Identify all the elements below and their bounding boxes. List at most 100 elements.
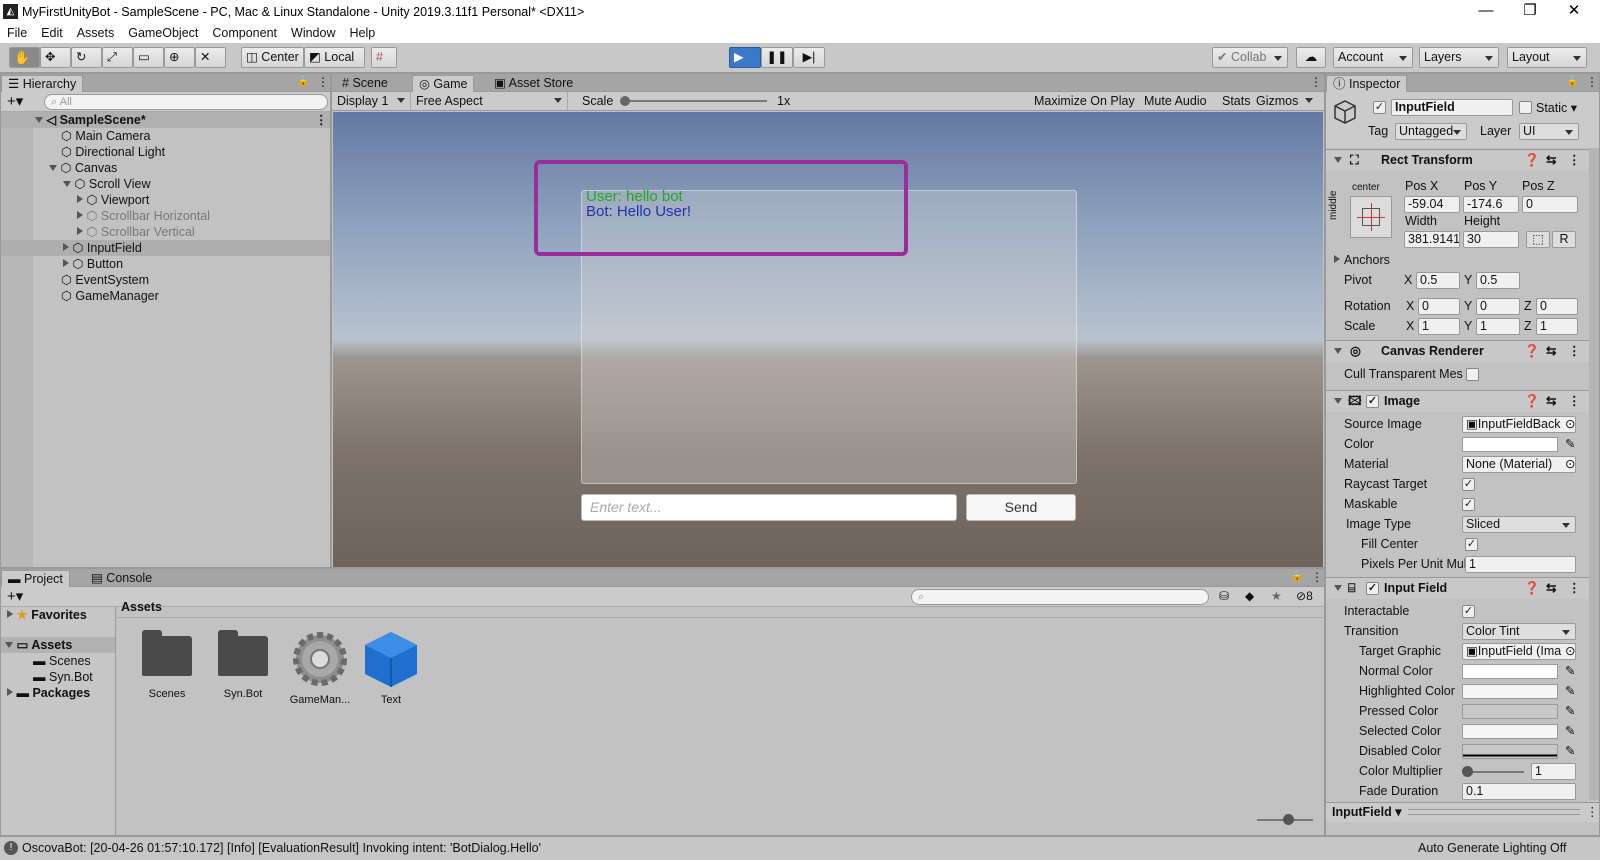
create-plus-icon[interactable]: +▾ xyxy=(7,587,23,605)
scene-menu-icon[interactable]: ⋮ xyxy=(315,112,328,128)
menu-file[interactable]: File xyxy=(0,24,34,40)
menu-assets[interactable]: Assets xyxy=(70,24,122,40)
collapse-arrow-icon[interactable] xyxy=(1334,255,1340,263)
cloud-button[interactable]: ☁ xyxy=(1296,47,1326,68)
project-search-input[interactable]: ⌕ xyxy=(911,589,1209,605)
anchors-row[interactable]: Anchors xyxy=(1326,251,1599,270)
expand-arrow-icon[interactable] xyxy=(5,642,13,648)
filter-label-icon[interactable]: ◆ xyxy=(1245,589,1254,603)
hand-tool-button[interactable]: ✋ xyxy=(9,47,40,68)
scale-slider-thumb[interactable] xyxy=(620,96,630,106)
input-field-header[interactable]: ⌸ ✓ Input Field ❓ ⇆ ⋮ xyxy=(1326,577,1599,599)
eyedropper-icon[interactable]: ✎ xyxy=(1565,722,1575,740)
static-checkbox[interactable] xyxy=(1519,101,1532,114)
component-menu-icon[interactable]: ⋮ xyxy=(1568,391,1581,412)
hierarchy-item[interactable]: ⬡ EventSystem xyxy=(1,272,330,288)
active-checkbox[interactable]: ✓ xyxy=(1373,101,1386,114)
pivot-center-button[interactable]: ◫ Center xyxy=(241,47,304,68)
synbot-folder-row[interactable]: ▬ Syn.Bot xyxy=(1,669,115,685)
expand-arrow-icon[interactable] xyxy=(1334,585,1342,591)
assets-breadcrumb[interactable]: Assets xyxy=(121,600,162,614)
expand-arrow-icon[interactable] xyxy=(1334,348,1342,354)
transform-tool-button[interactable]: ⊕ xyxy=(164,47,195,68)
move-tool-button[interactable]: ✥ xyxy=(40,47,71,68)
maximize-on-play-toggle[interactable]: Maximize On Play xyxy=(1034,92,1135,110)
hierarchy-item[interactable]: ⬡ Viewport xyxy=(1,192,330,208)
rect-tool-button[interactable]: ▭ xyxy=(133,47,164,68)
asset-folder-synbot[interactable]: Syn.Bot xyxy=(213,630,273,700)
collapse-arrow-icon[interactable] xyxy=(77,211,83,219)
image-enabled-checkbox[interactable]: ✓ xyxy=(1366,395,1379,408)
hierarchy-item[interactable]: ⬡ Scroll View xyxy=(1,176,330,192)
create-plus-icon[interactable]: +▾ xyxy=(7,92,23,110)
preset-icon[interactable]: ⇆ xyxy=(1546,578,1556,599)
collapse-arrow-icon[interactable] xyxy=(63,243,69,251)
tab-hierarchy[interactable]: ☰ Hierarchy xyxy=(1,75,84,92)
rotation-x-field[interactable]: 0 xyxy=(1418,298,1460,315)
custom-tool-button[interactable]: ✕ xyxy=(195,47,226,68)
anchor-preset-button[interactable] xyxy=(1350,196,1392,238)
scenes-folder-row[interactable]: ▬ Scenes xyxy=(1,653,115,669)
step-button[interactable]: ▶| xyxy=(793,47,825,68)
posx-field[interactable]: -59.04 xyxy=(1404,196,1460,213)
menu-gameobject[interactable]: GameObject xyxy=(121,24,205,40)
disabled-color-swatch[interactable] xyxy=(1462,744,1558,759)
help-icon[interactable]: ❓ xyxy=(1524,391,1540,412)
expand-arrow-icon[interactable] xyxy=(1334,157,1342,163)
assets-folder-row[interactable]: ▭ Assets xyxy=(1,637,115,653)
fade-duration-field[interactable]: 0.1 xyxy=(1462,783,1576,800)
lock-icon[interactable]: 🔒 xyxy=(1291,571,1303,582)
tab-scene[interactable]: # Scene xyxy=(336,75,394,92)
close-button[interactable]: ✕ xyxy=(1552,0,1596,24)
lock-icon[interactable]: 🔒 xyxy=(1566,76,1578,87)
hierarchy-item[interactable]: ⬡ GameManager xyxy=(1,288,330,304)
object-picker-icon[interactable]: ⊙ xyxy=(1565,642,1575,660)
eyedropper-icon[interactable]: ✎ xyxy=(1565,435,1575,453)
scale-y-field[interactable]: 1 xyxy=(1476,318,1520,335)
highlighted-color-swatch[interactable] xyxy=(1462,684,1558,699)
menu-edit[interactable]: Edit xyxy=(34,24,70,40)
collapse-arrow-icon[interactable] xyxy=(7,610,13,618)
image-header[interactable]: 🖾 ✓ Image ❓ ⇆ ⋮ xyxy=(1326,390,1599,412)
game-viewport[interactable]: User: hello bot Bot: Hello User! Enter t… xyxy=(333,112,1323,567)
raw-edit-button[interactable]: R xyxy=(1552,231,1576,248)
color-multiplier-field[interactable]: 1 xyxy=(1531,763,1576,780)
rotation-y-field[interactable]: 0 xyxy=(1476,298,1520,315)
lock-icon[interactable]: 🔒 xyxy=(297,76,309,87)
play-button[interactable]: ▶ xyxy=(729,47,761,68)
static-dropdown[interactable]: Static ▾ xyxy=(1536,100,1577,115)
tab-console[interactable]: ▤ Console xyxy=(85,570,158,587)
color-multiplier-thumb[interactable] xyxy=(1462,766,1473,777)
scene-row[interactable]: ◁ SampleScene* ⋮ xyxy=(1,112,330,128)
color-multiplier-slider[interactable] xyxy=(1466,771,1524,773)
normal-color-swatch[interactable] xyxy=(1462,664,1558,679)
packages-folder-row[interactable]: ▬ Packages xyxy=(1,685,115,701)
asset-text-prefab[interactable]: Text xyxy=(361,630,421,706)
blueprint-mode-button[interactable]: ⬚ xyxy=(1526,231,1550,248)
help-icon[interactable]: ❓ xyxy=(1524,341,1540,362)
tab-project[interactable]: ▬ Project xyxy=(1,570,70,587)
favorites-row[interactable]: ★ Favorites xyxy=(1,607,115,623)
eyedropper-icon[interactable]: ✎ xyxy=(1565,742,1575,760)
pause-button[interactable]: ❚❚ xyxy=(761,47,793,68)
preset-icon[interactable]: ⇆ xyxy=(1546,341,1556,362)
hierarchy-item[interactable]: ⬡ Canvas xyxy=(1,160,330,176)
maskable-checkbox[interactable]: ✓ xyxy=(1462,498,1475,511)
collapse-arrow-icon[interactable] xyxy=(77,195,83,203)
scale-tool-button[interactable]: ⤢ xyxy=(102,47,133,68)
input-field-enabled-checkbox[interactable]: ✓ xyxy=(1366,582,1379,595)
object-name-field[interactable]: InputField xyxy=(1391,99,1513,116)
source-image-field[interactable]: ▣InputFieldBack xyxy=(1462,416,1576,433)
hierarchy-item[interactable]: ⬡ Directional Light xyxy=(1,144,330,160)
mute-audio-toggle[interactable]: Mute Audio xyxy=(1144,92,1207,110)
pivot-local-button[interactable]: ◩ Local xyxy=(304,47,365,68)
status-message[interactable]: OscovaBot: [20-04-26 01:57:10.172] [Info… xyxy=(22,837,541,859)
object-picker-icon[interactable]: ⊙ xyxy=(1565,415,1575,433)
asset-gamemanager[interactable]: GameMan... xyxy=(285,630,355,706)
inspector-scrollbar[interactable] xyxy=(1589,148,1599,800)
component-menu-icon[interactable]: ⋮ xyxy=(1568,341,1581,362)
interactable-checkbox[interactable]: ✓ xyxy=(1462,605,1475,618)
expand-arrow-icon[interactable] xyxy=(35,117,43,123)
asset-folder-scenes[interactable]: Scenes xyxy=(137,630,197,700)
scale-x-field[interactable]: 1 xyxy=(1418,318,1460,335)
